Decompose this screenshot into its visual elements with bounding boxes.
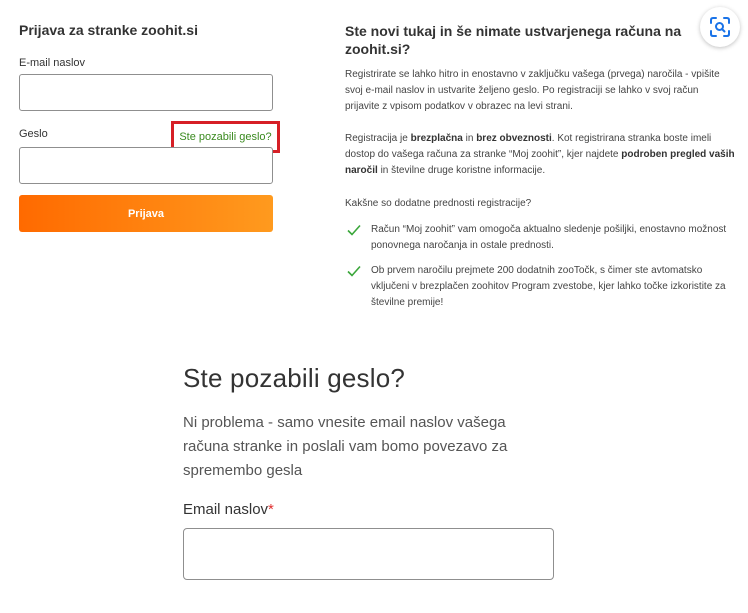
registration-intro: Registrirate se lahko hitro in enostavno… <box>345 69 720 112</box>
forgot-password-title: Ste pozabili geslo? <box>183 363 406 393</box>
forgot-password-description: Ni problema - samo vnesite email naslov … <box>183 414 508 479</box>
email-input[interactable] <box>19 74 273 111</box>
forgot-email-input[interactable] <box>183 528 554 580</box>
forgot-email-label: Email naslov* <box>183 501 274 518</box>
benefits-question: Kakšne so dodatne prednosti registracije… <box>345 198 532 209</box>
registration-title: Ste novi tukaj in še nimate ustvarjenega… <box>345 23 682 57</box>
email-label: E-mail naslov <box>19 57 86 69</box>
required-mark: * <box>268 501 274 518</box>
benefit-text: Ob prvem naročilu prejmete 200 dodatnih … <box>371 265 726 308</box>
checkmark-icon <box>347 265 361 277</box>
registration-details: Registracija je brezplačna in brez obvez… <box>345 133 735 176</box>
login-title: Prijava za stranke zoohit.si <box>19 22 198 38</box>
lens-scan-button[interactable] <box>700 7 740 47</box>
password-label: Geslo <box>19 128 48 140</box>
checkmark-icon <box>347 224 361 236</box>
login-button[interactable]: Prijava <box>19 195 273 232</box>
password-input[interactable] <box>19 147 273 184</box>
lens-scan-icon <box>710 17 730 37</box>
benefit-text: Račun “Moj zoohit” vam omogoča aktualno … <box>371 224 727 251</box>
